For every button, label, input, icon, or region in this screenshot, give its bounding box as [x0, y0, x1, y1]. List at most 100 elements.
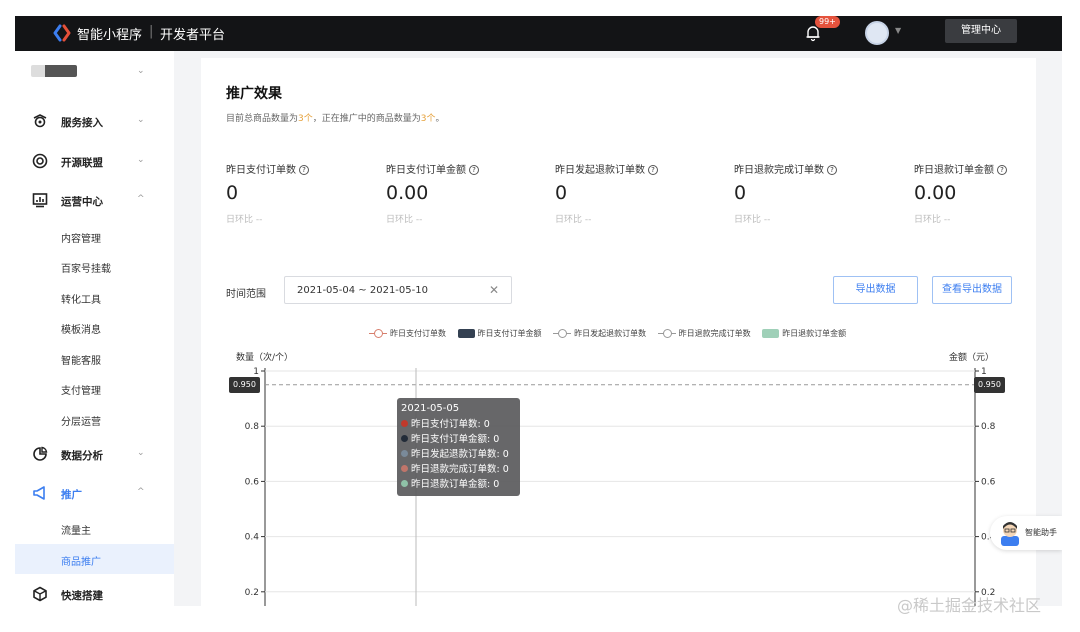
sidebar-subitem-label: 内容管理 [61, 234, 101, 245]
y-tick-label-left: 0.2 [245, 588, 259, 598]
sidebar-subitem-baijiahao[interactable]: 百家号挂载 [15, 251, 174, 281]
metric-refund-initiated: 昨日发起退款订单数? 0 日环比 -- [555, 161, 725, 225]
legend-line-marker [657, 329, 676, 338]
sidebar-item-label: 推广 [61, 489, 82, 501]
series-dot [401, 465, 408, 472]
tooltip-row-label: 昨日支付订单金额: 0 [411, 434, 500, 445]
metric-compare: 日环比 -- [386, 215, 423, 225]
y-tick-label-left: 0.8 [245, 422, 260, 432]
line-chart[interactable]: 1 10.8 0.80.6 0.60.4 0.40.2 0.2 [201, 358, 1036, 606]
date-range-picker[interactable]: 2021-05-04 ~ 2021-05-10 ✕ [284, 276, 512, 304]
metric-value: 0 [734, 182, 747, 204]
y-tick-label-right: 0.6 [981, 477, 996, 487]
brand-separator: | [149, 24, 154, 39]
chevron-down-icon: ⌄ [137, 115, 145, 125]
sidebar-item-label: 运营中心 [61, 196, 103, 208]
sidebar-subitem-content[interactable]: 内容管理 [15, 221, 174, 251]
sidebar-subitem-label: 支付管理 [61, 386, 101, 397]
sidebar-subitem-customer-service[interactable]: 智能客服 [15, 343, 174, 373]
chevron-down-icon[interactable]: ⌄ [137, 66, 145, 76]
legend-label: 昨日退款完成订单数 [678, 329, 751, 338]
legend-item-refund-initiated[interactable]: 昨日发起退款订单数 [553, 328, 646, 339]
logo-icon[interactable] [53, 24, 71, 42]
view-export-data-button[interactable]: 查看导出数据 [932, 276, 1012, 304]
legend-item-paid-amount[interactable]: 昨日支付订单金额 [457, 328, 542, 339]
promotion-icon [33, 486, 45, 500]
sidebar-item-operations[interactable]: 运营中心 ^ [15, 186, 174, 214]
tooltip-row: 昨日支付订单数: 0 [401, 417, 516, 432]
platform-name: 开发者平台 [160, 28, 226, 43]
analytics-icon [33, 446, 48, 461]
sidebar-subitem-product-promotion[interactable]: 商品推广 [15, 544, 174, 574]
page-title: 推广效果 [226, 86, 282, 102]
legend-label: 昨日支付订单数 [390, 329, 446, 338]
cube-icon [33, 586, 47, 602]
help-icon[interactable]: ? [827, 165, 837, 175]
account-name-redacted[interactable] [31, 65, 77, 77]
sidebar-item-analytics[interactable]: 数据分析 ⌄ [15, 440, 174, 468]
series-dot [401, 450, 408, 457]
sidebar-item-label: 快速搭建 [61, 590, 103, 602]
sidebar-item-alliance[interactable]: 开源联盟 ⌄ [15, 147, 174, 175]
y-tick-label-right: 0.8 [981, 422, 996, 432]
sidebar-item-service[interactable]: 服务接入 ⌄ [15, 107, 174, 135]
metric-refund-amount: 昨日退款订单金额? 0.00 日环比 -- [914, 161, 1062, 225]
sidebar-item-quick-build[interactable]: 快速搭建 [15, 580, 174, 606]
service-icon [33, 114, 47, 128]
metric-paid-orders: 昨日支付订单数? 0 日环比 -- [226, 161, 396, 225]
help-icon[interactable]: ? [997, 165, 1007, 175]
sidebar-subitem-template[interactable]: 模板消息 [15, 312, 174, 342]
desc-text: 。 [435, 114, 445, 124]
sidebar-subitem-label: 流量主 [61, 526, 91, 537]
sidebar-subitem-tiered-ops[interactable]: 分层运营 [15, 404, 174, 434]
y-tick-label-left: 1 [253, 367, 259, 377]
sidebar-subitem-conversion[interactable]: 转化工具 [15, 282, 174, 312]
metric-label: 昨日退款完成订单数 [734, 165, 824, 176]
metric-label: 昨日退款订单金额 [914, 165, 994, 176]
admin-center-button[interactable]: 管理中心 [945, 19, 1017, 43]
axis-pointer-label-left: 0.950 [229, 376, 260, 393]
metric-compare: 日环比 -- [226, 215, 263, 225]
export-data-button[interactable]: 导出数据 [833, 276, 918, 304]
tooltip-row-label: 昨日发起退款订单数: 0 [411, 449, 509, 460]
avatar[interactable] [865, 21, 889, 45]
notification-badge: 99+ [815, 16, 840, 28]
assistant-label: 智能助手 [1025, 528, 1057, 537]
promoting-product-count: 3个 [420, 114, 436, 124]
sidebar-subitem-label: 智能客服 [61, 356, 101, 367]
tooltip-row: 昨日退款完成订单数: 0 [401, 462, 516, 477]
time-range-label: 时间范围 [226, 289, 266, 300]
metric-label: 昨日支付订单数 [226, 165, 296, 176]
legend-item-refund-amount[interactable]: 昨日退款订单金额 [762, 328, 846, 339]
legend-item-paid-orders[interactable]: 昨日支付订单数 [369, 328, 446, 339]
sidebar-item-label: 开源联盟 [61, 157, 103, 169]
metric-paid-amount: 昨日支付订单金额? 0.00 日环比 -- [386, 161, 556, 225]
watermark: @稀土掘金技术社区 [897, 596, 1042, 615]
metric-label: 昨日支付订单金额 [386, 165, 466, 176]
caret-down-icon[interactable]: ▼ [895, 26, 901, 35]
app-window: 智能小程序 | 开发者平台 99+ ▼ 管理中心 ⌄ 服务接入 ⌄ 开源联盟 ⌄… [15, 16, 1062, 606]
close-icon[interactable]: ✕ [489, 283, 499, 297]
legend-item-refund-completed[interactable]: 昨日退款完成订单数 [657, 328, 751, 339]
sidebar: ⌄ 服务接入 ⌄ 开源联盟 ⌄ 运营中心 ^ 内容管理 百家号挂载 转化工具 模… [15, 51, 174, 606]
sidebar-subitem-traffic-owner[interactable]: 流量主 [15, 513, 174, 543]
series-dot [401, 420, 408, 427]
legend-label: 昨日发起退款订单数 [574, 329, 647, 338]
total-product-count: 3个 [298, 114, 313, 124]
assistant-avatar-icon [1001, 522, 1019, 546]
help-icon[interactable]: ? [648, 165, 658, 175]
help-icon[interactable]: ? [469, 165, 479, 175]
help-icon[interactable]: ? [299, 165, 309, 175]
alliance-icon [32, 153, 48, 169]
brand-name[interactable]: 智能小程序 [77, 24, 142, 43]
sidebar-item-label: 服务接入 [61, 117, 103, 129]
sidebar-item-promotion[interactable]: 推广 ^ [15, 479, 174, 507]
smart-assistant-button[interactable]: 智能助手 [990, 516, 1062, 550]
legend-bar-marker [457, 329, 475, 338]
sidebar-subitem-payment[interactable]: 支付管理 [15, 373, 174, 403]
chart-tooltip: 2021-05-05 昨日支付订单数: 0 昨日支付订单金额: 0 昨日发起退款… [397, 398, 520, 496]
series-dot [401, 480, 408, 487]
metric-refund-completed: 昨日退款完成订单数? 0 日环比 -- [734, 161, 904, 225]
tooltip-row: 昨日退款订单金额: 0 [401, 477, 516, 492]
metric-compare: 日环比 -- [914, 215, 951, 225]
